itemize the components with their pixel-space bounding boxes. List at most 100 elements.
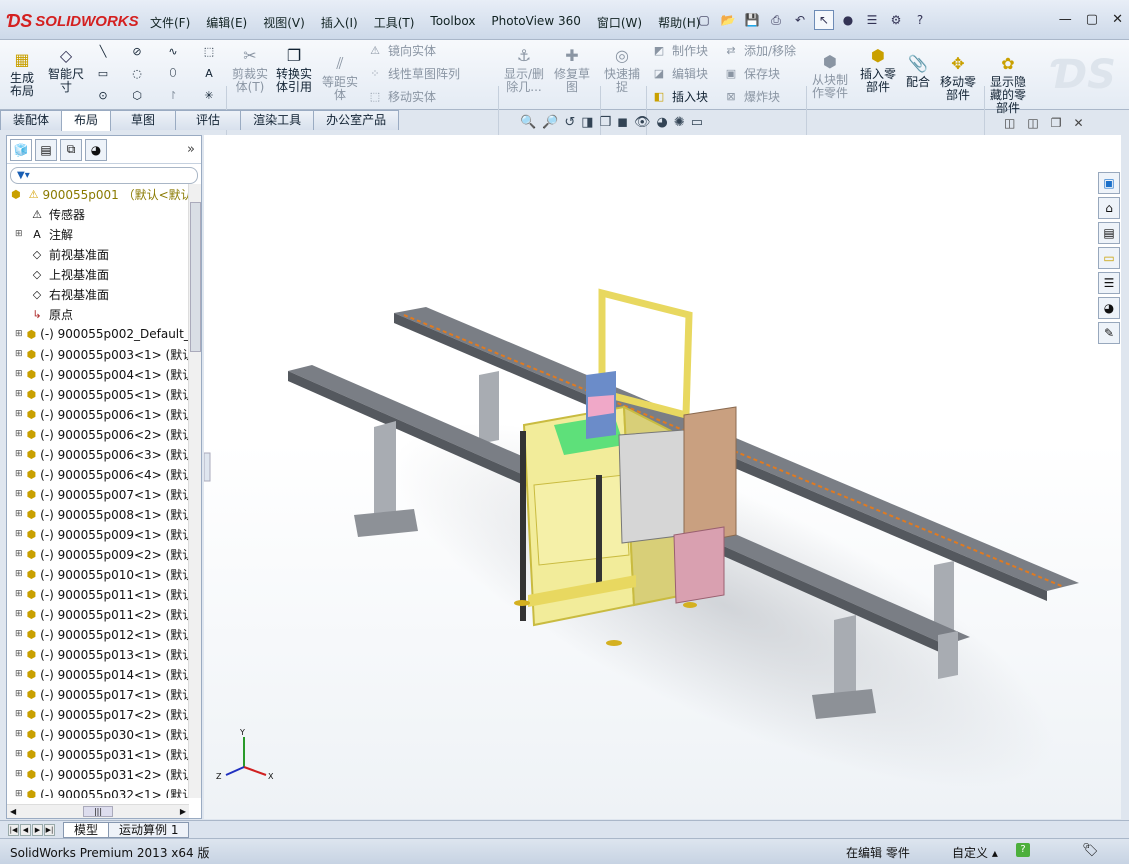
tree-item-component[interactable]: ⊞ ⬢ (-) 900055p012<1> (默认 [7, 624, 189, 644]
expand-plus-icon[interactable]: ⊞ [15, 729, 23, 739]
tree-item-component[interactable]: ⊞ ⬢ (-) 900055p006<2> (默认 [7, 424, 189, 444]
insert-component-button[interactable]: ⬢ 插入零 部件 [860, 44, 896, 94]
rebuild-traffic-light-icon[interactable]: ● [838, 10, 858, 30]
view-settings-icon[interactable]: ▭ [691, 115, 703, 130]
restore-doc-icon[interactable]: ❐ [1051, 116, 1062, 130]
make-part-from-block-button[interactable]: ⬢ 从块制 作零件 [812, 50, 848, 100]
edit-block-button[interactable]: ◪ 编辑块 [652, 65, 708, 82]
offset-entities-button[interactable]: ⫽ 等距实 体 [322, 52, 358, 102]
home-icon[interactable]: ⌂ [1098, 197, 1120, 219]
line-tool-button[interactable]: ╲ [96, 44, 110, 58]
explode-block-button[interactable]: ⊠ 爆炸块 [724, 88, 780, 105]
filter-field[interactable]: ▼▾ [10, 167, 198, 184]
tree-item-annotation[interactable]: ⊞ A 注解 [7, 224, 189, 244]
tree-item-component[interactable]: ⊞ ⬢ (-) 900055p031<1> (默认 [7, 744, 189, 764]
menu-view[interactable]: 视图(V) [255, 12, 313, 33]
point-tool-button[interactable]: ✳ [202, 88, 216, 102]
tree-item-sensor[interactable]: ⚠ 传感器 [7, 204, 189, 224]
expand-plus-icon[interactable]: ⊞ [15, 669, 23, 679]
new-document-icon[interactable]: ▢ [694, 10, 714, 30]
linear-pattern-button[interactable]: ⁘ 线性草图阵列 [368, 65, 460, 82]
circle-tool-button[interactable]: ⊘ [130, 44, 144, 58]
edit-appearance-icon[interactable]: ◕ [657, 115, 668, 130]
menu-insert[interactable]: 插入(I) [313, 12, 366, 33]
expand-plus-icon[interactable]: ⊞ [15, 569, 23, 579]
close-doc-icon[interactable]: ✕ [1073, 116, 1083, 130]
display-manager-tab-icon[interactable]: ◕ [85, 138, 107, 161]
print-icon[interactable]: ⎙ [766, 10, 786, 30]
tree-horizontal-scrollbar[interactable]: ◀ ||| ▶ [7, 804, 189, 818]
property-manager-tab-icon[interactable]: ▤ [35, 138, 57, 161]
expand-plus-icon[interactable]: ⊞ [15, 349, 23, 359]
arc-tool-button[interactable]: ◌ [130, 66, 144, 80]
spline-tool-button[interactable]: ∿ [166, 44, 180, 58]
status-help-icon[interactable]: ? [1016, 843, 1030, 857]
expand-plus-icon[interactable]: ⊞ [15, 629, 23, 639]
view-palette-icon[interactable]: ☰ [1098, 272, 1120, 294]
scroll-left-icon[interactable]: ◀ [10, 807, 16, 816]
quick-snaps-button[interactable]: ◎ 快速捕 捉 [604, 44, 640, 94]
section-view-icon[interactable]: ◨ [581, 115, 593, 130]
expand-plus-icon[interactable]: ⊞ [15, 709, 23, 719]
expand-plus-icon[interactable]: ⊞ [15, 589, 23, 599]
expand-plus-icon[interactable]: ⊞ [15, 789, 23, 798]
tree-item-origin[interactable]: ↳ 原点 [7, 304, 189, 324]
tree-item-plane[interactable]: ◇ 上视基准面 [7, 264, 189, 284]
rectangle-tool-button[interactable]: ▭ [96, 66, 110, 80]
expand-plus-icon[interactable]: ⊞ [15, 549, 23, 559]
tree-item-component[interactable]: ⊞ ⬢ (-) 900055p031<2> (默认 [7, 764, 189, 784]
slot-tool-button[interactable]: ⊙ [96, 88, 110, 102]
help-question-icon[interactable]: ? [910, 10, 930, 30]
tree-item-component[interactable]: ⊞ ⬢ (-) 900055p008<1> (默认 [7, 504, 189, 524]
tile-right-icon[interactable]: ◫ [1027, 116, 1038, 130]
menu-file[interactable]: 文件(F) [142, 12, 198, 33]
tab-evaluate[interactable]: 评估 [175, 110, 242, 130]
smart-dimension-button[interactable]: ◇ 智能尺 寸 [48, 44, 84, 94]
tree-item-component[interactable]: ⊞ ⬢ (-) 900055p010<1> (默认 [7, 564, 189, 584]
tree-item-component[interactable]: ⊞ ⬢ (-) 900055p009<1> (默认 [7, 524, 189, 544]
expand-plus-icon[interactable]: ⊞ [15, 769, 23, 779]
expand-plus-icon[interactable]: ⊞ [15, 429, 23, 439]
expand-plus-icon[interactable]: ⊞ [15, 449, 23, 459]
convert-entities-button[interactable]: ❐ 转换实 体引用 [276, 44, 312, 94]
undo-icon[interactable]: ↶ [790, 10, 810, 30]
tree-item-component[interactable]: ⊞ ⬢ (-) 900055p011<1> (默认 [7, 584, 189, 604]
tree-item-component[interactable]: ⊞ ⬢ (-) 900055p017<1> (默认 [7, 684, 189, 704]
scroll-thumb-h[interactable]: ||| [82, 806, 114, 817]
display-style-icon[interactable]: ◼ [617, 115, 628, 130]
make-block-button[interactable]: ◩ 制作块 [652, 42, 708, 59]
custom-properties-icon[interactable]: ✎ [1098, 322, 1120, 344]
tree-item-component[interactable]: ⊞ ⬢ (-) 900055p003<1> (默认 [7, 344, 189, 364]
tree-item-component[interactable]: ⊞ ⬢ (-) 900055p005<1> (默认 [7, 384, 189, 404]
status-units[interactable]: 自定义 ▴ [952, 844, 998, 861]
select-pointer-icon[interactable]: ↖ [814, 10, 834, 30]
graphics-area[interactable]: Y X Z [203, 135, 1121, 819]
previous-view-icon[interactable]: ↺ [564, 115, 575, 130]
trim-entities-button[interactable]: ✂ 剪裁实 体(T) [232, 44, 268, 94]
tab-render-tools[interactable]: 渲染工具 [240, 110, 315, 130]
expand-plus-icon[interactable]: ⊞ [15, 469, 23, 479]
tree-item-component[interactable]: ⊞ ⬢ (-) 900055p002_Default_ [7, 324, 189, 344]
tab-model[interactable]: 模型 [63, 821, 110, 838]
minimize-icon[interactable]: — [1059, 12, 1072, 27]
fillet-tool-button[interactable]: ↾ [166, 88, 180, 102]
tab-sketch[interactable]: 草图 [110, 110, 177, 130]
auto-layout-button[interactable]: ▦ 生成 布局 [10, 48, 34, 98]
tree-item-component[interactable]: ⊞ ⬢ (-) 900055p007<1> (默认 [7, 484, 189, 504]
tree-item-component[interactable]: ⊞ ⬢ (-) 900055p017<2> (默认 [7, 704, 189, 724]
expand-plus-icon[interactable]: ⊞ [15, 509, 23, 519]
solidworks-logo[interactable]: ƊS SOLIDWORKS [6, 10, 139, 32]
file-properties-icon[interactable]: ☰ [862, 10, 882, 30]
tree-item-component[interactable]: ⊞ ⬢ (-) 900055p011<2> (默认 [7, 604, 189, 624]
construction-geometry-button[interactable]: ⬚ [202, 44, 216, 58]
expand-plus-icon[interactable]: ⊞ [15, 229, 25, 239]
tree-item-component[interactable]: ⊞ ⬢ (-) 900055p032<1> (默认 [7, 784, 189, 799]
menu-toolbox[interactable]: Toolbox [422, 12, 483, 33]
tab-layout[interactable]: 布局 [61, 110, 112, 131]
tree-vertical-scrollbar[interactable] [188, 184, 201, 798]
polygon-tool-button[interactable]: ⬡ [130, 88, 144, 102]
expand-plus-icon[interactable]: ⊞ [15, 749, 23, 759]
tab-office-products[interactable]: 办公室产品 [313, 110, 400, 130]
tree-item-plane[interactable]: ◇ 前视基准面 [7, 244, 189, 264]
tree-item-component[interactable]: ⊞ ⬢ (-) 900055p009<2> (默认 [7, 544, 189, 564]
